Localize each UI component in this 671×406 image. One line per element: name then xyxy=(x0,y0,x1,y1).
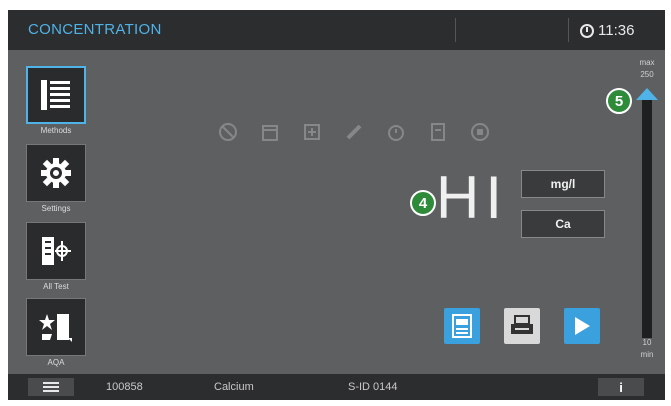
clock-icon xyxy=(580,23,594,38)
sidebar-item-label: Settings xyxy=(41,204,71,213)
timer-icon xyxy=(386,122,406,142)
aqa-star-icon xyxy=(39,314,72,342)
device-screen: CONCENTRATION 11:36 Methods Settings All… xyxy=(8,10,665,400)
sidebar-item-label: All Test xyxy=(43,282,69,291)
printer-icon xyxy=(511,315,533,334)
menu-icon xyxy=(43,382,59,384)
callout-badge: 4 xyxy=(410,190,436,216)
play-icon xyxy=(575,317,590,335)
page-title: CONCENTRATION xyxy=(28,21,162,38)
info-button[interactable]: i xyxy=(598,378,644,396)
document-icon xyxy=(428,122,448,142)
dilution-icon xyxy=(218,122,238,142)
print-button[interactable] xyxy=(504,308,540,344)
parameter-name: Calcium xyxy=(214,381,254,393)
start-button[interactable] xyxy=(564,308,600,344)
unit-button[interactable]: mg/l xyxy=(521,170,605,198)
save-button[interactable] xyxy=(444,308,480,344)
scale-max-value: 250 xyxy=(640,70,654,79)
title-divider xyxy=(568,18,569,42)
sidebar-item-label: Methods xyxy=(40,126,72,135)
status-bar: 100858 Calcium S-ID 0144 i xyxy=(8,374,665,400)
sidebar-item-all-test[interactable] xyxy=(26,222,86,280)
title-divider xyxy=(455,18,456,42)
menu-button[interactable] xyxy=(28,378,74,396)
scale-max-label: max xyxy=(639,58,655,67)
sample-id: S-ID 0144 xyxy=(348,381,398,393)
sidebar-item-methods[interactable] xyxy=(26,66,86,124)
callout-badge: 5 xyxy=(606,88,632,114)
scale-indicator-arrow xyxy=(636,88,658,100)
scale-min-value: 10 xyxy=(642,338,652,347)
save-icon xyxy=(452,314,472,338)
sidebar-item-label: AQA xyxy=(47,358,65,367)
scale-min-label: min xyxy=(640,350,654,359)
measurement-reading: HI xyxy=(436,164,508,231)
all-tests-icon xyxy=(42,237,71,265)
disabled-toolbar xyxy=(218,122,490,142)
clock: 11:36 xyxy=(580,22,634,39)
sidebar-item-aqa[interactable] xyxy=(26,298,86,356)
clock-time: 11:36 xyxy=(598,22,635,39)
add-icon xyxy=(302,122,322,142)
pipette-icon xyxy=(344,122,364,142)
calendar-icon xyxy=(260,122,280,142)
citation-form-button[interactable]: Ca xyxy=(521,210,605,238)
title-bar: CONCENTRATION 11:36 xyxy=(8,10,665,50)
sidebar-item-settings[interactable] xyxy=(26,144,86,202)
print-icon xyxy=(470,122,490,142)
gear-icon xyxy=(41,158,71,188)
method-number: 100858 xyxy=(106,381,143,393)
measurement-range-bar xyxy=(642,100,652,338)
methods-list-icon xyxy=(41,80,70,110)
